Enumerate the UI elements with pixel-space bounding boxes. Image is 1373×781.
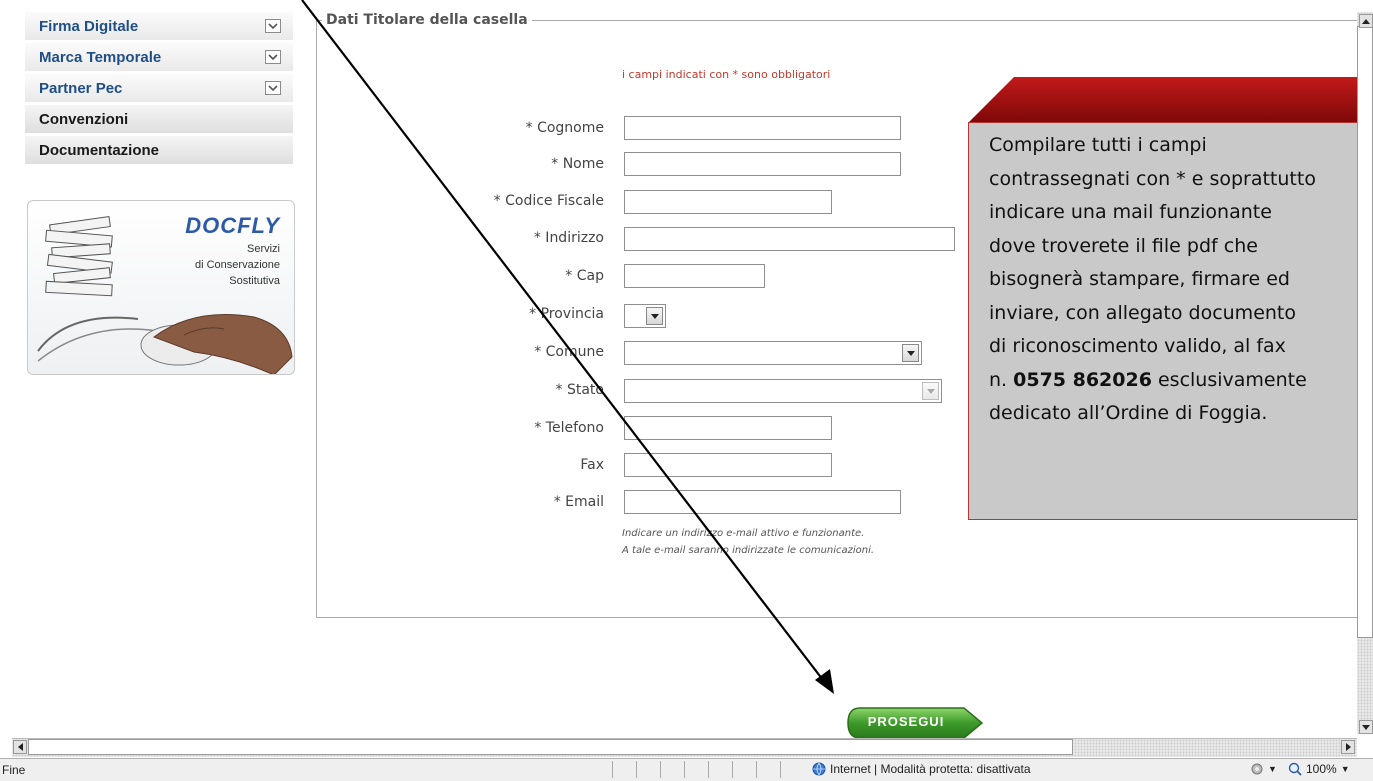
fax-field[interactable] (624, 453, 832, 477)
status-bar: Fine Internet | Modalità protetta: disat… (0, 758, 1373, 781)
callout-line: dove troverete il file pdf che (989, 234, 1258, 257)
comune-label: * Comune (534, 344, 604, 360)
protected-mode-control[interactable]: ▼ (1250, 762, 1277, 776)
horizontal-scroll-thumb[interactable] (28, 739, 1073, 755)
cap-field[interactable] (624, 264, 765, 288)
telefono-label: * Telefono (534, 420, 604, 436)
email-field[interactable] (624, 490, 901, 514)
callout-text-part: esclusivamente (1151, 368, 1307, 391)
callout-line: Compilare tutti i campi (989, 134, 1207, 156)
globe-icon (812, 762, 826, 776)
email-hint: A tale e-mail saranno indirizzate le com… (622, 545, 875, 556)
settings-icon (1251, 763, 1263, 775)
callout-text-part: n. (989, 368, 1014, 391)
chevron-down-icon[interactable] (265, 50, 281, 64)
chevron-down-icon[interactable] (265, 19, 281, 33)
status-divider (756, 761, 779, 778)
callout-line: bisognerà stampare, firmare ed (989, 268, 1290, 290)
fax-number: 0575 862026 (1013, 368, 1152, 391)
cap-label: * Cap (565, 268, 604, 284)
security-zone[interactable]: Internet | Modalità protetta: disattivat… (812, 762, 1031, 776)
comune-select[interactable] (624, 341, 922, 365)
scroll-down-icon[interactable] (1359, 720, 1373, 734)
zoom-control[interactable]: 100% ▼ (1288, 762, 1350, 776)
banner-text: di Conservazione (195, 259, 280, 271)
zoom-icon (1288, 762, 1302, 776)
sidebar-item-partner-pec[interactable]: Partner Pec (25, 74, 293, 105)
email-label: * Email (553, 494, 604, 510)
banner-text: Servizi (246, 243, 280, 255)
required-fields-note: i campi indicati con * sono obbligatori (622, 68, 831, 81)
callout-line: inviare, con allegato documento (989, 301, 1296, 324)
cognome-field[interactable] (624, 116, 901, 140)
security-zone-text: Internet | Modalità protetta: disattivat… (830, 762, 1031, 776)
cognome-label: * Cognome (525, 120, 604, 136)
prosegui-button[interactable]: PROSEGUI (846, 706, 984, 740)
sidebar-item-label: Firma Digitale (39, 17, 139, 35)
email-hint: Indicare un indirizzo e-mail attivo e fu… (622, 528, 865, 539)
callout-line: contrassegnati con * e soprattutto (989, 167, 1316, 190)
callout-line: dedicato all’Ordine di Foggia. (989, 402, 1268, 424)
status-divider (684, 761, 707, 778)
vertical-scroll-thumb[interactable] (1357, 26, 1373, 638)
scroll-right-icon[interactable] (1341, 740, 1355, 754)
scroll-up-icon[interactable] (1359, 14, 1373, 28)
status-divider (660, 761, 683, 778)
sidebar-item-convenzioni[interactable]: Convenzioni (25, 105, 293, 136)
prosegui-label: PROSEGUI (867, 714, 945, 729)
codice-fiscale-field[interactable] (624, 190, 832, 214)
provincia-label: * Provincia (529, 306, 604, 322)
status-divider (636, 761, 659, 778)
sidebar-item-label: Partner Pec (39, 79, 123, 97)
status-text: Fine (2, 763, 26, 777)
status-divider (612, 761, 635, 778)
instructions-callout: Compilare tutti i campi contrassegnati c… (968, 77, 1373, 520)
nome-field[interactable] (624, 152, 901, 176)
dropdown-arrow-icon[interactable] (902, 344, 919, 362)
sidebar-item-firma-digitale[interactable]: Firma Digitale (25, 12, 293, 43)
callout-line: di riconoscimento valido, al fax (989, 335, 1286, 357)
zoom-level: 100% (1306, 762, 1337, 776)
stato-label: * Stato (555, 382, 604, 398)
callout-text: Compilare tutti i campi contrassegnati c… (989, 129, 1373, 431)
form-legend: Dati Titolare della casella (322, 12, 532, 28)
sidebar-item-marca-temporale[interactable]: Marca Temporale (25, 43, 293, 74)
sidebar-item-documentazione[interactable]: Documentazione (25, 136, 293, 167)
callout-body: Compilare tutti i campi contrassegnati c… (968, 122, 1373, 520)
docfly-banner[interactable]: DOCFLY Servizi di Conservazione Sostitut… (27, 200, 295, 375)
callout-line: n. 0575 862026 esclusivamente (989, 364, 1373, 398)
sidebar-item-label: Documentazione (39, 141, 160, 159)
indirizzo-field[interactable] (624, 227, 955, 251)
banner-text: Sostitutiva (229, 275, 280, 287)
indirizzo-label: * Indirizzo (533, 230, 604, 246)
scroll-left-icon[interactable] (13, 740, 27, 754)
stato-select[interactable] (624, 379, 942, 403)
dropdown-arrow-icon[interactable] (646, 307, 663, 325)
chevron-down-icon[interactable] (265, 81, 281, 95)
status-divider (732, 761, 755, 778)
provincia-select[interactable] (624, 304, 666, 328)
chevron-down-icon: ▼ (1268, 764, 1277, 774)
sidebar-item-label: Marca Temporale (39, 48, 162, 66)
chevron-down-icon: ▼ (1340, 764, 1350, 774)
status-divider (708, 761, 731, 778)
codice-fiscale-label: * Codice Fiscale (493, 193, 604, 209)
status-divider (780, 761, 803, 778)
callout-header (968, 77, 1373, 123)
nome-label: * Nome (551, 156, 604, 172)
sidebar-menu: Firma Digitale Marca Temporale Partner P… (25, 12, 293, 167)
banner-brand: DOCFLY (185, 213, 280, 238)
fax-label: Fax (580, 457, 604, 473)
sidebar-item-label: Convenzioni (39, 110, 129, 128)
callout-line: indicare una mail funzionante (989, 201, 1272, 223)
hand-mouse-illustration (140, 314, 293, 374)
dropdown-arrow-icon[interactable] (922, 382, 939, 400)
telefono-field[interactable] (624, 416, 832, 440)
